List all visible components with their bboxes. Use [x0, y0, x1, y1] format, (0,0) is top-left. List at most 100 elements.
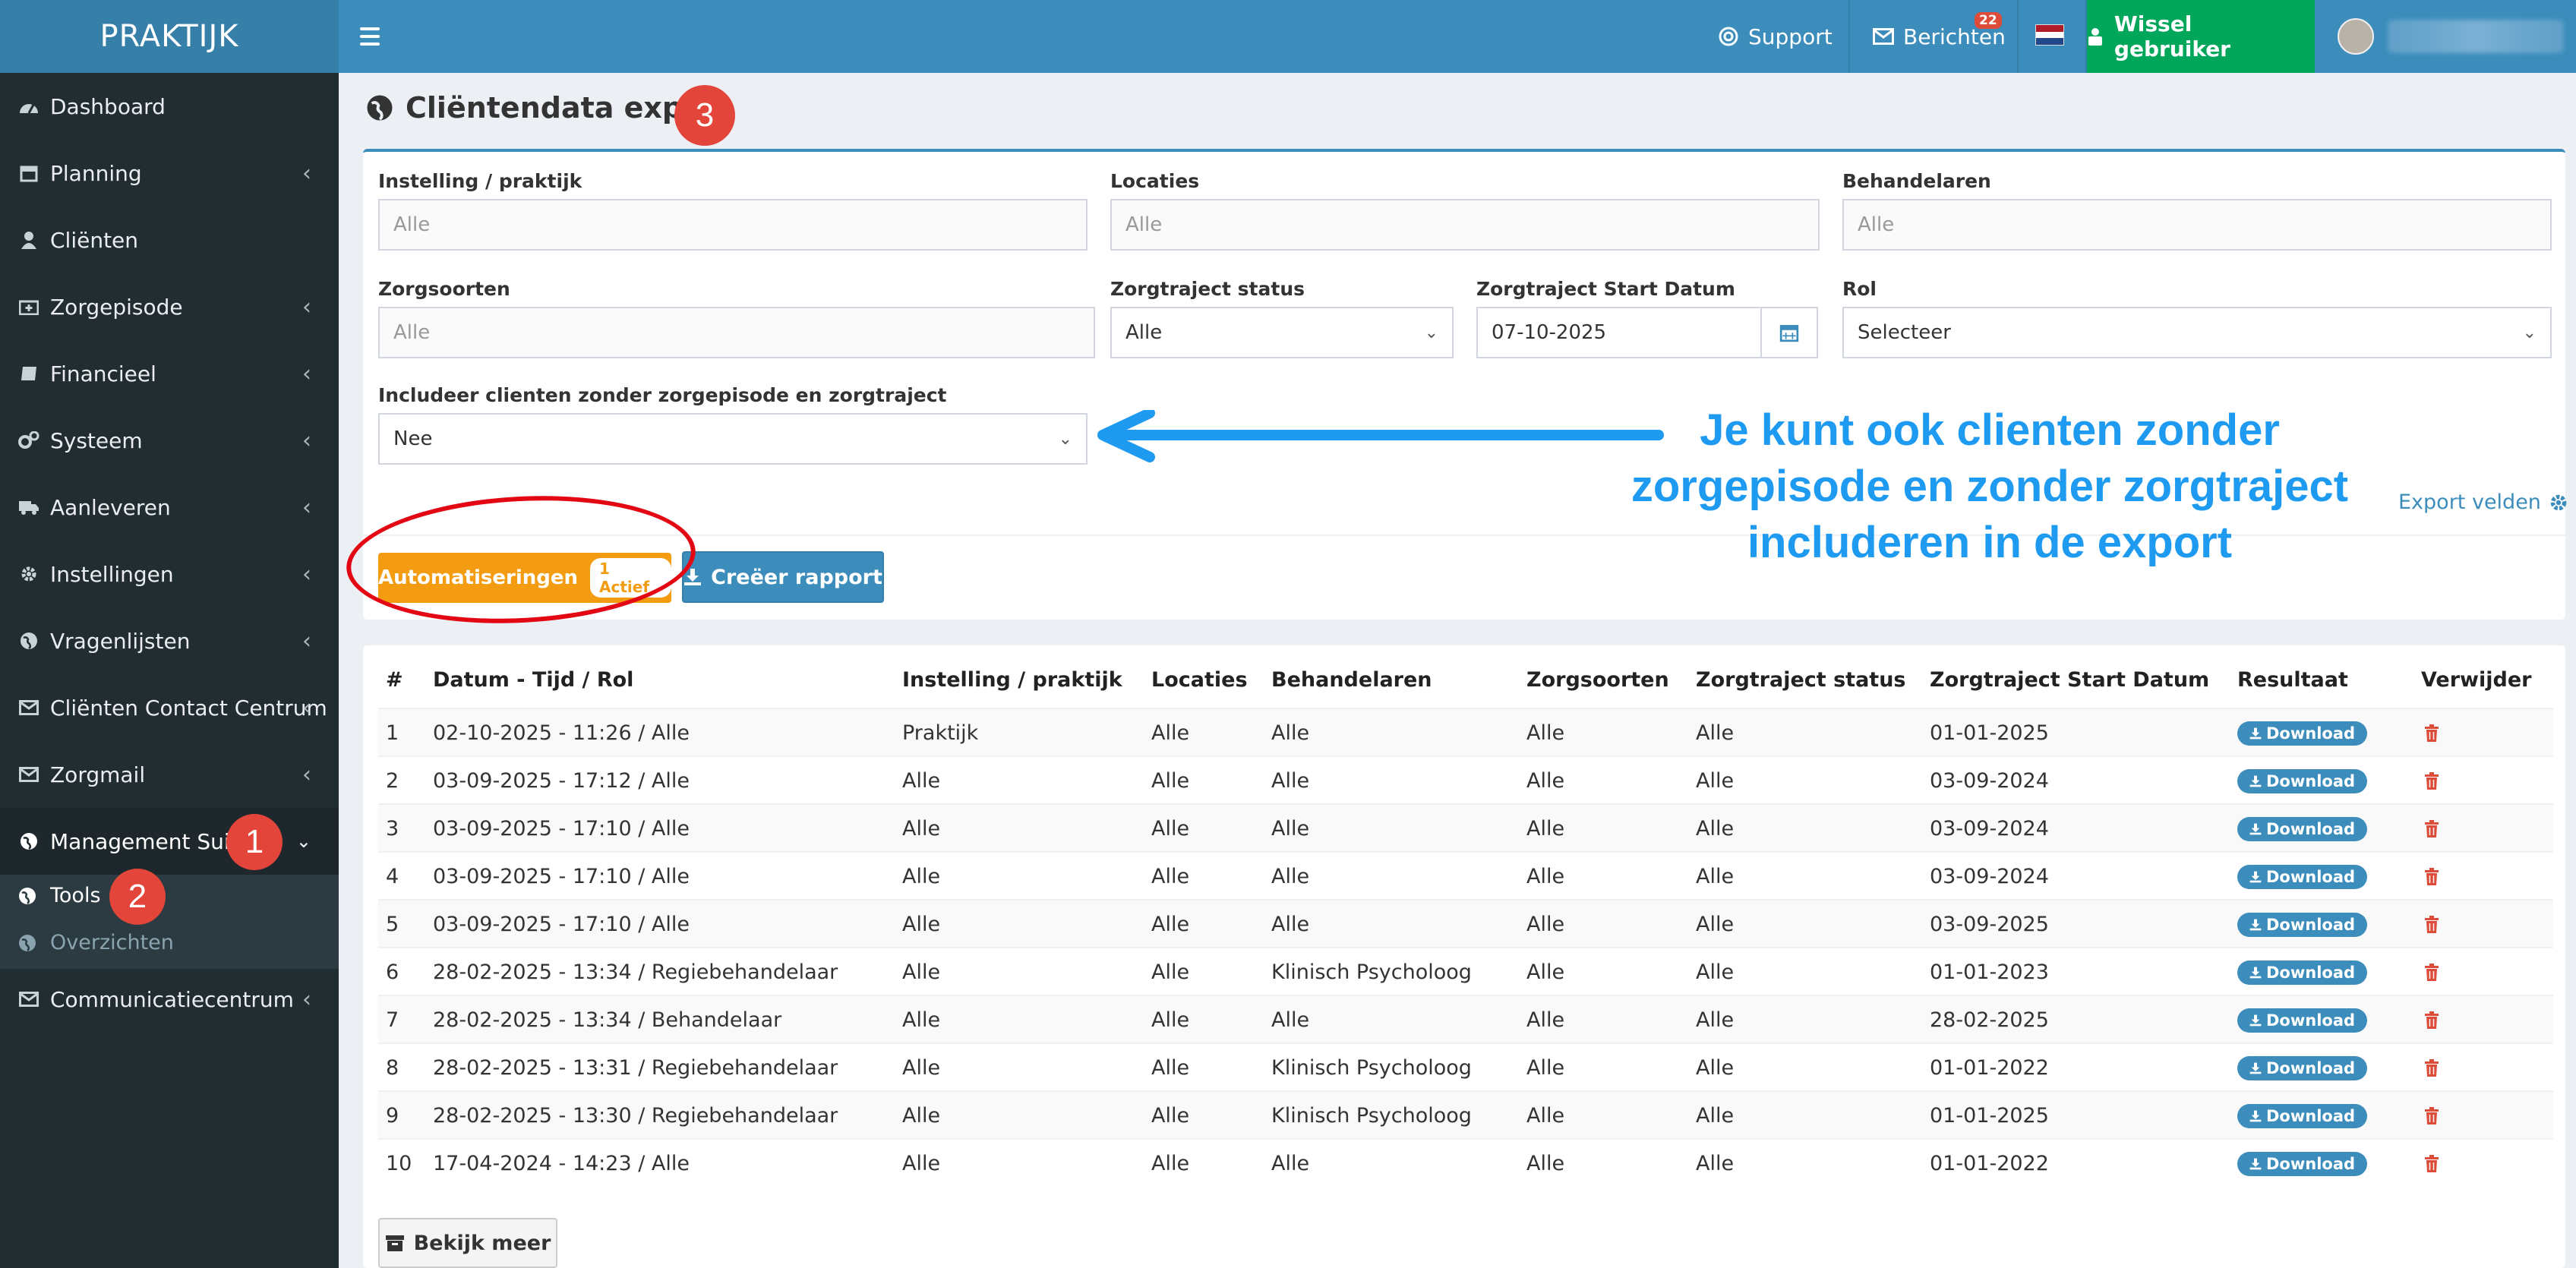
table-cell: Alle [1526, 865, 1565, 888]
startdatum-input[interactable]: 07-10-2025 [1476, 307, 1763, 358]
trash-icon[interactable] [2424, 1154, 2439, 1173]
table-cell: Alle [1271, 769, 1310, 793]
instelling-input[interactable]: Alle [378, 199, 1088, 251]
table-cell: Alle [1151, 1056, 1190, 1080]
trash-icon[interactable] [2424, 819, 2439, 838]
include-label: Includeer clienten zonder zorgepisode en… [378, 384, 947, 406]
sidebar-item-management-suite[interactable]: Management Suite ⌄ [0, 808, 339, 875]
trash-icon[interactable] [2424, 724, 2439, 743]
annotation-line: zorgepisode en zonder zorgtraject [1631, 462, 2349, 511]
table-cell: 8 [386, 1056, 399, 1080]
dashboard-icon [15, 98, 43, 115]
view-more-button[interactable]: Bekijk meer [378, 1218, 557, 1268]
trash-icon[interactable] [2424, 867, 2439, 886]
table-cell: Alle [1696, 769, 1735, 793]
download-icon [2249, 919, 2262, 930]
delete-cell [2424, 853, 2439, 901]
download-button[interactable]: Download [2237, 1103, 2368, 1128]
user-icon [15, 231, 43, 249]
step-badge-2: 2 [109, 869, 166, 925]
status-select[interactable]: Alle ⌄ [1110, 307, 1454, 358]
download-button[interactable]: Download [2237, 721, 2368, 746]
trash-icon[interactable] [2424, 1106, 2439, 1125]
result-cell: Download [2237, 996, 2368, 1044]
download-button[interactable]: Download [2237, 864, 2368, 889]
behandelaren-input[interactable]: Alle [1842, 199, 2552, 251]
sidebar-item-vragenlijsten[interactable]: Vragenlijsten ‹ [0, 607, 339, 674]
sidebar-subitem-tools[interactable]: Tools [18, 884, 101, 907]
sidebar-item-label: Planning [50, 160, 142, 186]
table-row: 3 03-09-2025 - 17:10 / Alle Alle Alle Alle Al… [378, 803, 2553, 851]
delete-cell [2424, 1092, 2439, 1140]
delete-cell [2424, 1140, 2439, 1188]
user-name-blurred[interactable] [2388, 20, 2564, 53]
delete-cell [2424, 996, 2439, 1044]
sidebar-item-zorgmail[interactable]: Zorgmail ‹ [0, 741, 339, 808]
book-icon [15, 365, 43, 382]
zorgsoorten-input[interactable]: Alle [378, 307, 1095, 358]
zorgsoorten-label: Zorgsoorten [378, 278, 510, 300]
sidebar-item-planning[interactable]: Planning ‹ [0, 140, 339, 207]
rol-select[interactable]: Selecteer ⌄ [1842, 307, 2552, 358]
table-cell: 02-10-2025 - 11:26 / Alle [433, 721, 690, 745]
table-cell: 6 [386, 960, 399, 984]
table-cell: 5 [386, 913, 399, 936]
download-button[interactable]: Download [2237, 768, 2368, 793]
sidebar-item-zorgepisode[interactable]: Zorgepisode ‹ [0, 273, 339, 340]
calendar-button[interactable] [1760, 307, 1818, 358]
switch-user-button[interactable]: Wissel gebruiker [2087, 0, 2315, 73]
download-button[interactable]: Download [2237, 816, 2368, 841]
globe-icon [15, 632, 43, 650]
table-cell: Alle [1526, 1104, 1565, 1128]
sidebar-subitem-overzichten[interactable]: Overzichten [18, 931, 174, 954]
table-header-cell: Zorgtraject status [1696, 668, 1906, 692]
navbar-divider [1848, 0, 1850, 73]
sidebar-item-financieel[interactable]: Financieel ‹ [0, 340, 339, 407]
table-header-cell: # [386, 668, 403, 692]
sidebar-item-dashboard[interactable]: Dashboard [0, 73, 339, 140]
chevron-left-icon: ‹ [302, 560, 311, 588]
support-link[interactable]: Support [1718, 0, 1833, 73]
user-avatar[interactable] [2338, 18, 2374, 55]
sidebar-item-instellingen[interactable]: Instellingen ‹ [0, 541, 339, 607]
sidebar-item-aanleveren[interactable]: Aanleveren ‹ [0, 474, 339, 541]
table-cell: 03-09-2024 [1930, 865, 2049, 888]
table-cell: Alle [1151, 913, 1190, 936]
download-button[interactable]: Download [2237, 960, 2368, 985]
truck-icon [15, 499, 43, 516]
rol-label: Rol [1842, 278, 1877, 300]
sidebar-item-clienten[interactable]: Cliënten [0, 207, 339, 273]
menu-toggle-icon[interactable] [360, 23, 380, 50]
sidebar-item-clienten-contact-centrum[interactable]: Cliënten Contact Centrum ‹ [0, 674, 339, 741]
trash-icon[interactable] [2424, 915, 2439, 934]
table-row: 9 28-02-2025 - 13:30 / Regiebehandelaar Al… [378, 1090, 2553, 1138]
app-logo[interactable]: PRAKTIJK [0, 0, 339, 73]
sidebar-item-label: Systeem [50, 427, 143, 453]
download-button[interactable]: Download [2237, 912, 2368, 937]
locaties-input[interactable]: Alle [1110, 199, 1820, 251]
sidebar-item-systeem[interactable]: Systeem ‹ [0, 407, 339, 474]
download-button[interactable]: Download [2237, 1151, 2368, 1176]
calendar-icon [15, 164, 43, 182]
table-cell: 03-09-2025 - 17:10 / Alle [433, 913, 690, 936]
trash-icon[interactable] [2424, 771, 2439, 790]
table-cell: Alle [1151, 721, 1190, 745]
trash-icon[interactable] [2424, 1011, 2439, 1030]
include-select[interactable]: Nee ⌄ [378, 413, 1088, 465]
trash-icon[interactable] [2424, 963, 2439, 982]
trash-icon[interactable] [2424, 1058, 2439, 1077]
navbar-divider [2017, 0, 2019, 73]
sidebar-subitem-label: Overzichten [50, 931, 174, 954]
chevron-left-icon: ‹ [302, 293, 311, 320]
flag-nl-icon[interactable] [2035, 24, 2064, 46]
export-fields-link[interactable]: Export velden [2398, 490, 2568, 514]
sidebar-item-label: Instellingen [50, 561, 174, 587]
download-button[interactable]: Download [2237, 1008, 2368, 1033]
chevron-left-icon: ‹ [302, 427, 311, 454]
table-cell: 01-01-2025 [1930, 721, 2049, 745]
table-cell: Alle [1271, 1152, 1310, 1175]
sidebar-item-communicatiecentrum[interactable]: Communicatiecentrum ‹ [0, 966, 339, 1033]
create-report-button[interactable]: Creëer rapport [682, 551, 884, 603]
messages-link[interactable]: Berichten [1873, 0, 2006, 73]
download-button[interactable]: Download [2237, 1055, 2368, 1080]
